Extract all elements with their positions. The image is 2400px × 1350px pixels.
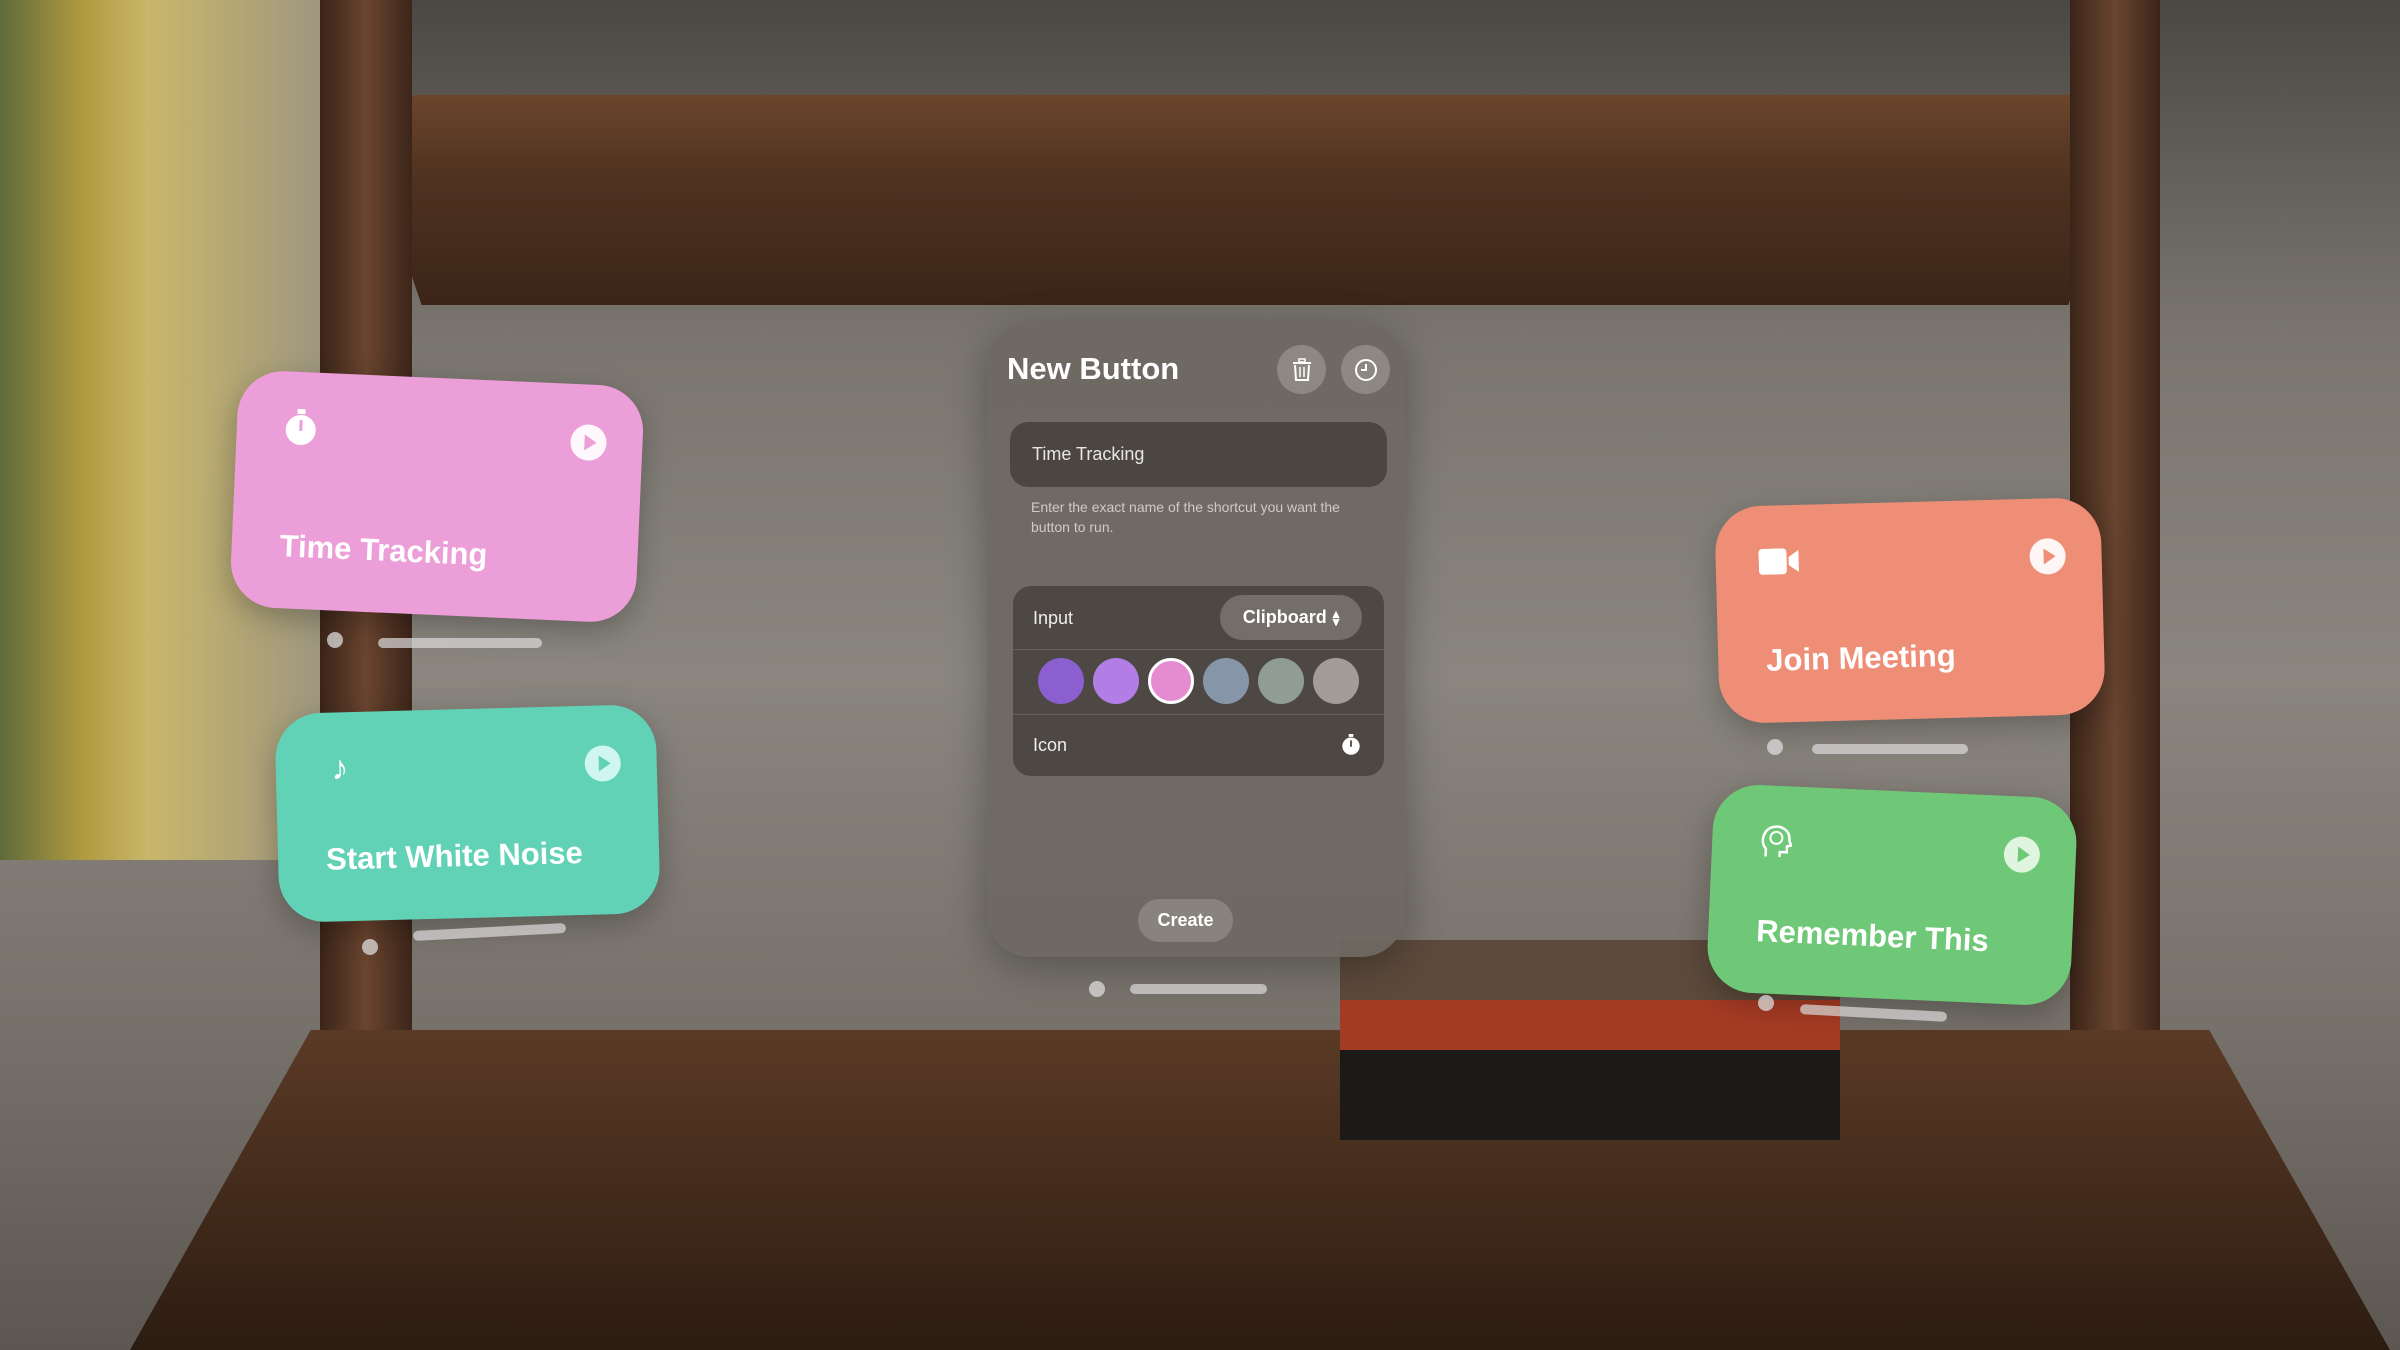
shortcut-card-remember-this[interactable]: Remember This bbox=[1705, 783, 2079, 1007]
settings-group: Input Clipboard ▴ ▾ Icon bbox=[1013, 586, 1384, 776]
play-icon bbox=[2043, 548, 2056, 565]
delete-button[interactable] bbox=[1277, 345, 1326, 394]
card-label: Join Meeting bbox=[1765, 637, 1957, 678]
window-close-dot[interactable] bbox=[362, 939, 378, 955]
play-button[interactable] bbox=[569, 423, 608, 462]
video-camera-icon bbox=[1757, 539, 1802, 584]
color-swatch[interactable] bbox=[1093, 658, 1139, 704]
card-label: Time Tracking bbox=[278, 528, 489, 573]
color-swatch[interactable] bbox=[1148, 658, 1194, 704]
color-row bbox=[1013, 650, 1384, 715]
shortcut-card-start-white-noise[interactable]: ♪ Start White Noise bbox=[274, 704, 661, 923]
color-swatch[interactable] bbox=[1203, 658, 1249, 704]
window-grabber[interactable] bbox=[1812, 744, 1968, 754]
window-grabber[interactable] bbox=[378, 638, 542, 648]
icon-row[interactable]: Icon bbox=[1013, 715, 1384, 776]
play-button[interactable] bbox=[584, 744, 622, 782]
input-select-value: Clipboard bbox=[1242, 607, 1327, 627]
stopwatch-icon bbox=[278, 405, 324, 451]
play-button[interactable] bbox=[2003, 835, 2041, 874]
shortcut-name-input[interactable]: Time Tracking bbox=[1010, 422, 1387, 487]
input-row: Input Clipboard ▴ ▾ bbox=[1013, 586, 1384, 650]
window-close-dot[interactable] bbox=[1767, 739, 1783, 755]
play-button[interactable] bbox=[2029, 537, 2067, 575]
shortcut-card-join-meeting[interactable]: Join Meeting bbox=[1714, 496, 2106, 725]
shortcut-card-time-tracking[interactable]: Time Tracking bbox=[229, 369, 645, 624]
chevron-up-down-icon: ▴ ▾ bbox=[1332, 605, 1340, 629]
card-label: Start White Noise bbox=[325, 835, 584, 877]
wooden-shelf bbox=[350, 95, 2140, 305]
stopwatch-icon bbox=[1342, 734, 1360, 755]
card-label: Remember This bbox=[1755, 913, 1990, 959]
history-button[interactable] bbox=[1341, 345, 1390, 394]
clock-icon bbox=[1354, 358, 1377, 381]
page-title: New Button bbox=[1007, 351, 1180, 386]
help-text: Enter the exact name of the shortcut you… bbox=[1031, 499, 1340, 535]
input-label: Input bbox=[1033, 608, 1074, 628]
play-icon bbox=[584, 434, 597, 451]
new-button-panel: New Button Time Tracking Enter the exact… bbox=[987, 321, 1405, 957]
music-note-icon: ♪ bbox=[330, 748, 349, 788]
window-close-dot[interactable] bbox=[327, 632, 343, 648]
play-icon bbox=[2017, 846, 2031, 863]
input-select[interactable]: Clipboard ▴ ▾ bbox=[1220, 595, 1362, 640]
window-close-dot[interactable] bbox=[1758, 995, 1774, 1011]
icon-label: Icon bbox=[1033, 735, 1068, 755]
brain-head-icon bbox=[1753, 819, 1799, 865]
trash-icon bbox=[1292, 357, 1311, 381]
create-button[interactable]: Create bbox=[1138, 899, 1233, 942]
desk bbox=[130, 1030, 2390, 1350]
window-close-dot[interactable] bbox=[1089, 981, 1105, 997]
play-icon bbox=[598, 755, 611, 772]
window-grabber[interactable] bbox=[1130, 984, 1267, 994]
color-swatch[interactable] bbox=[1258, 658, 1304, 704]
color-swatch[interactable] bbox=[1038, 658, 1084, 704]
color-swatch[interactable] bbox=[1313, 658, 1359, 704]
